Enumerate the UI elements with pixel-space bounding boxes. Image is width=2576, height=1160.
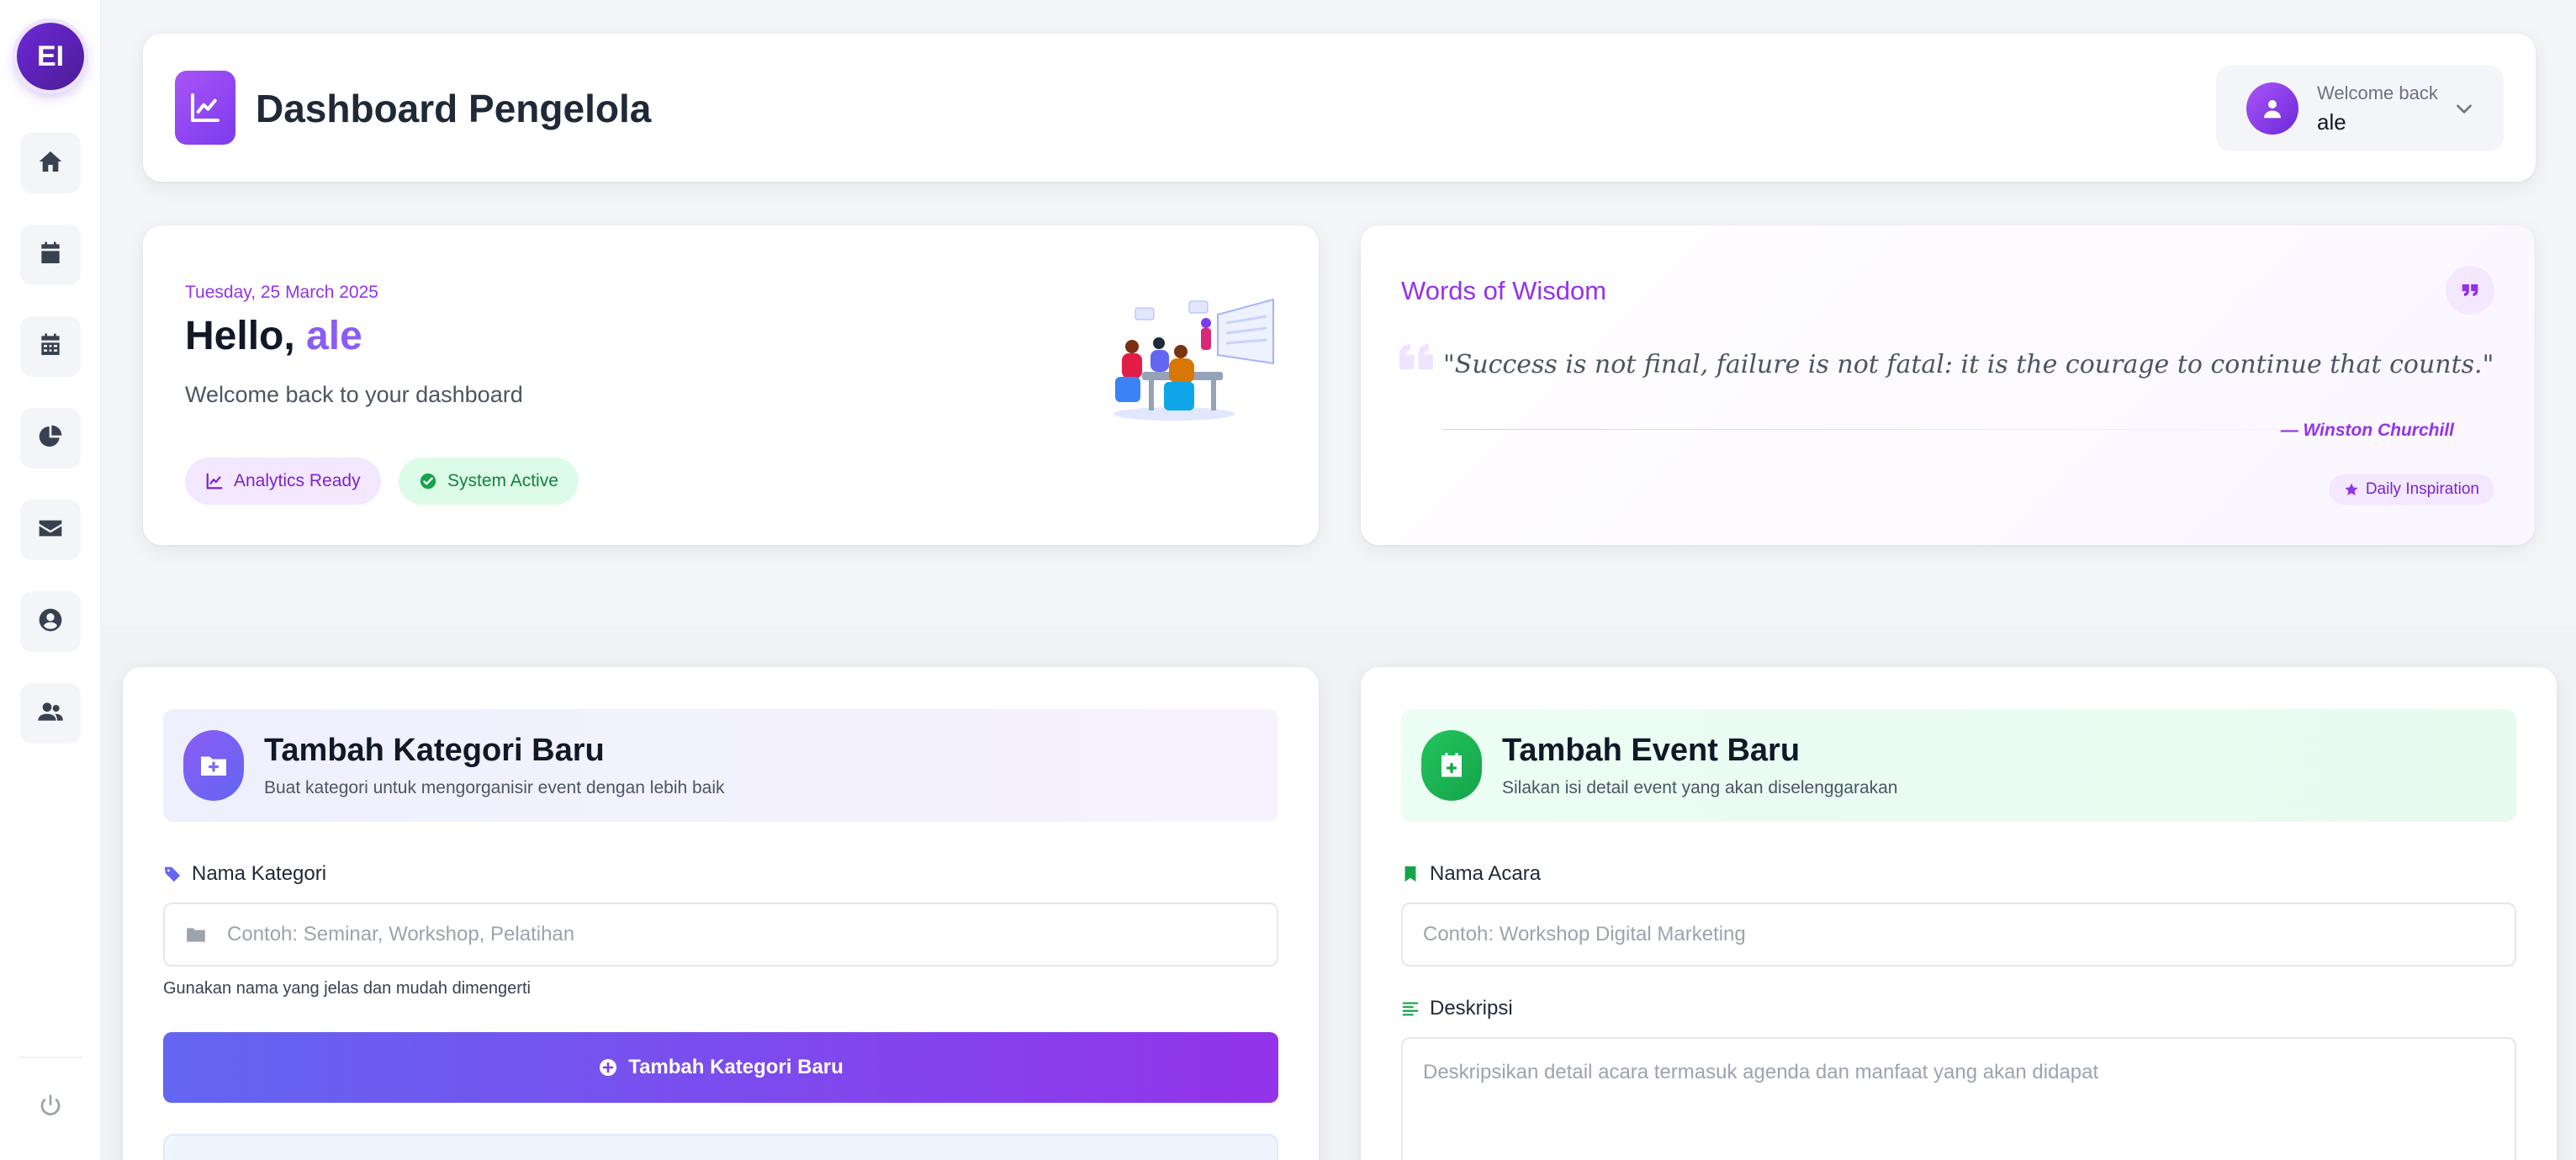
sidebar-divider xyxy=(19,1057,82,1058)
star-icon xyxy=(2345,483,2358,495)
avatar xyxy=(2246,82,2298,135)
sidebar-item-profile[interactable] xyxy=(20,591,81,652)
category-name-label: Nama Kategori xyxy=(163,862,326,886)
event-name-label: Nama Acara xyxy=(1401,862,1541,886)
greeting-heading: Hello, ale xyxy=(185,313,362,359)
calendar-plus-icon xyxy=(1421,730,1482,801)
event-form-header: Tambah Event Baru Silakan isi detail eve… xyxy=(1401,709,2516,822)
system-active-badge: System Active xyxy=(399,458,579,505)
description-textarea[interactable]: Deskripsikan detail acara termasuk agend… xyxy=(1401,1037,2516,1160)
field-label-text: Nama Acara xyxy=(1430,862,1542,885)
page-title: Dashboard Pengelola xyxy=(256,87,652,130)
greeting-card: Tuesday, 25 March 2025 Hello, ale Welcom… xyxy=(143,225,1319,545)
chevron-down-icon xyxy=(2457,104,2472,114)
category-form-subtitle: Buat kategori untuk mengorganisir event … xyxy=(264,778,725,797)
wisdom-title: Words of Wisdom xyxy=(1401,276,1607,305)
folder-plus-icon xyxy=(183,730,244,801)
bookmark-icon xyxy=(1404,866,1416,882)
power-icon xyxy=(38,1093,63,1122)
folder-icon xyxy=(187,928,205,942)
sidebar-item-users[interactable] xyxy=(20,683,81,744)
tag-icon xyxy=(164,866,181,882)
greeting-text: Hello, xyxy=(185,314,295,358)
user-circle-icon xyxy=(37,606,64,638)
users-icon xyxy=(37,698,64,729)
badge-label: System Active xyxy=(447,471,558,490)
badge-label: Analytics Ready xyxy=(234,471,361,490)
current-date: Tuesday, 25 March 2025 xyxy=(185,283,378,302)
badge-label: Daily Inspiration xyxy=(2365,480,2479,498)
align-left-icon xyxy=(1402,1002,1419,1016)
analytics-ready-badge: Analytics Ready xyxy=(185,458,381,505)
team-meeting-illustration xyxy=(1113,298,1274,421)
user-menu[interactable]: Welcome back ale xyxy=(2216,66,2504,151)
sidebar-item-home[interactable] xyxy=(20,133,81,193)
quote-left-icon xyxy=(1399,344,1433,369)
logo-text: EI xyxy=(36,40,65,72)
add-category-label: Tambah Kategori Baru xyxy=(628,1056,844,1078)
plus-circle-icon xyxy=(600,1059,617,1076)
envelope-icon xyxy=(37,515,64,546)
username: ale xyxy=(2317,109,2346,135)
check-circle-icon xyxy=(420,473,436,490)
pie-chart-icon xyxy=(37,423,64,454)
chart-line-icon xyxy=(175,71,235,145)
sidebar-item-calendar-grid[interactable] xyxy=(20,316,81,377)
category-form-header: Tambah Kategori Baru Buat kategori untuk… xyxy=(163,709,1278,822)
greeting-subtitle: Welcome back to your dashboard xyxy=(185,382,523,407)
sidebar-item-reports[interactable] xyxy=(20,408,81,469)
sidebar: EI xyxy=(0,0,101,1160)
event-name-placeholder: Contoh: Workshop Digital Marketing xyxy=(1423,923,1746,945)
description-label: Deskripsi xyxy=(1401,997,1513,1020)
event-name-input[interactable]: Contoh: Workshop Digital Marketing xyxy=(1401,903,2516,967)
header-bar: Dashboard Pengelola Welcome back ale xyxy=(143,34,2536,182)
event-form-title: Tambah Event Baru xyxy=(1502,733,1801,768)
category-form-card: Tambah Kategori Baru Buat kategori untuk… xyxy=(123,667,1319,1160)
daily-inspiration-badge: Daily Inspiration xyxy=(2328,474,2494,505)
category-name-hint: Gunakan nama yang jelas dan mudah dimeng… xyxy=(163,979,531,998)
description-placeholder: Deskripsikan detail acara termasuk agend… xyxy=(1423,1061,2099,1083)
home-icon xyxy=(37,148,64,179)
greeting-name: ale xyxy=(306,314,362,358)
calendar-icon xyxy=(37,240,64,271)
welcome-label: Welcome back xyxy=(2317,82,2438,103)
wisdom-card: Words of Wisdom "Success is not final, f… xyxy=(1361,225,2535,545)
field-label-text: Nama Kategori xyxy=(192,862,327,885)
quote-text: "Success is not final, failure is not fa… xyxy=(1443,350,2494,379)
chart-line-icon xyxy=(206,473,223,490)
logout-button[interactable] xyxy=(20,1077,81,1137)
event-form-card: Tambah Event Baru Silakan isi detail eve… xyxy=(1361,667,2557,1160)
event-form-subtitle: Silakan isi detail event yang akan disel… xyxy=(1502,778,1898,797)
quote-right-icon xyxy=(2446,266,2494,315)
category-form-title: Tambah Kategori Baru xyxy=(264,733,605,768)
quote-author: — Winston Churchill xyxy=(2280,421,2454,440)
sidebar-item-messages[interactable] xyxy=(20,500,81,560)
category-list-panel xyxy=(163,1134,1278,1160)
calendar-grid-icon xyxy=(37,331,64,363)
category-name-input[interactable]: Contoh: Seminar, Workshop, Pelatihan xyxy=(163,903,1278,967)
field-label-text: Deskripsi xyxy=(1430,997,1513,1020)
category-name-placeholder: Contoh: Seminar, Workshop, Pelatihan xyxy=(227,923,575,945)
add-category-button[interactable]: Tambah Kategori Baru xyxy=(163,1032,1278,1103)
sidebar-item-calendar[interactable] xyxy=(20,225,81,285)
app-logo[interactable]: EI xyxy=(17,23,84,90)
